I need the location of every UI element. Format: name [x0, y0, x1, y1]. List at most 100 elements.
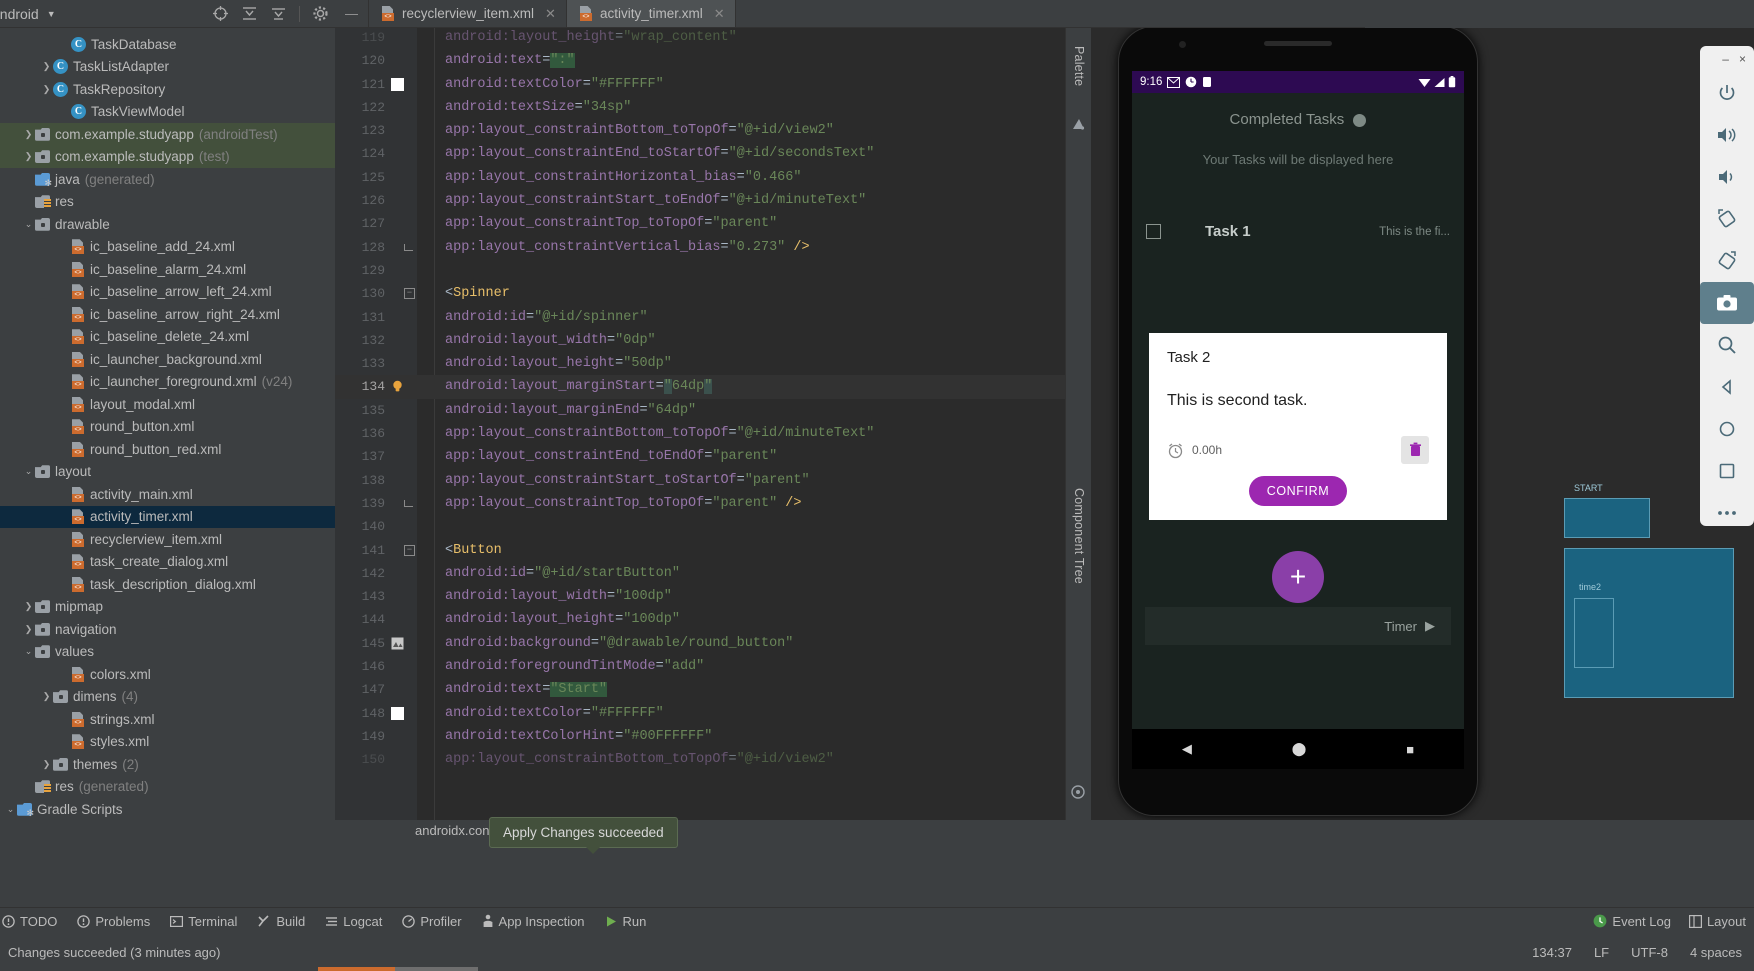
volume-down-icon[interactable]: [1700, 156, 1754, 198]
tree-node[interactable]: ❯navigation: [0, 618, 335, 641]
tree-expand-arrow[interactable]: ·: [58, 107, 71, 117]
tree-expand-arrow[interactable]: ·: [58, 422, 71, 432]
tree-expand-arrow[interactable]: ·: [58, 332, 71, 342]
color-swatch-icon[interactable]: [391, 707, 404, 720]
code-editor[interactable]: 119android:layout_height="wrap_content"1…: [335, 28, 1065, 820]
code-line[interactable]: 139app:layout_constraintTop_toTopOf="par…: [335, 492, 1065, 515]
code-line[interactable]: 135android:layout_marginEnd="64dp": [335, 399, 1065, 422]
tree-expand-arrow[interactable]: ·: [58, 264, 71, 274]
code-text-area[interactable]: 119android:layout_height="wrap_content"1…: [335, 28, 1065, 820]
chevron-down-icon[interactable]: ▼: [47, 9, 56, 19]
code-line[interactable]: 125app:layout_constraintHorizontal_bias=…: [335, 166, 1065, 189]
tool-window-logcat[interactable]: Logcat: [325, 914, 382, 929]
trash-icon[interactable]: [1401, 436, 1429, 464]
tree-expand-arrow[interactable]: ·: [58, 242, 71, 252]
tree-expand-arrow[interactable]: ❯: [40, 84, 53, 95]
code-line[interactable]: 131android:id="@+id/spinner": [335, 306, 1065, 329]
tree-expand-arrow[interactable]: ⌄: [22, 646, 35, 657]
back-icon[interactable]: [1700, 366, 1754, 408]
tree-node[interactable]: ⌄layout: [0, 461, 335, 484]
tree-expand-arrow[interactable]: ❯: [40, 759, 53, 770]
tree-node[interactable]: ⌄Gradle Scripts: [0, 798, 335, 820]
minimize-icon[interactable]: –: [1722, 52, 1729, 66]
add-task-fab[interactable]: +: [1272, 551, 1324, 603]
tree-expand-arrow[interactable]: ·: [58, 444, 71, 454]
code-line[interactable]: 148android:textColor="#FFFFFF": [335, 702, 1065, 725]
task-checkbox[interactable]: [1146, 224, 1161, 239]
tree-node[interactable]: ❯themes(2): [0, 753, 335, 776]
overview-icon[interactable]: [1700, 450, 1754, 492]
intention-bulb-icon[interactable]: [391, 380, 404, 393]
tree-expand-arrow[interactable]: ❯: [22, 601, 35, 612]
color-swatch-icon[interactable]: [391, 78, 404, 91]
tree-node[interactable]: ·CTaskDatabase: [0, 33, 335, 56]
tree-node[interactable]: ·<>ic_baseline_alarm_24.xml: [0, 258, 335, 281]
tool-window-layout[interactable]: Layout: [1689, 914, 1746, 929]
fold-icon[interactable]: −: [404, 545, 415, 556]
tree-expand-arrow[interactable]: ·: [22, 174, 35, 184]
tool-window-event-log[interactable]: Event Log: [1593, 914, 1671, 929]
tree-expand-arrow[interactable]: ·: [58, 354, 71, 364]
breadcrumb-item-0[interactable]: androidx.con...: [415, 823, 500, 838]
tool-window-app-inspection[interactable]: App Inspection: [482, 914, 585, 929]
code-line[interactable]: 141−<Button: [335, 539, 1065, 562]
tree-expand-arrow[interactable]: ❯: [40, 61, 53, 72]
code-line[interactable]: 123app:layout_constraintBottom_toTopOf="…: [335, 119, 1065, 142]
code-line[interactable]: 145android:background="@drawable/round_b…: [335, 632, 1065, 655]
rotate-left-icon[interactable]: [1700, 198, 1754, 240]
tree-expand-arrow[interactable]: ·: [58, 534, 71, 544]
tree-expand-arrow[interactable]: ·: [58, 399, 71, 409]
component-tree-icon[interactable]: [1070, 784, 1086, 800]
tree-node[interactable]: ·res: [0, 191, 335, 214]
tree-node[interactable]: ·<>colors.xml: [0, 663, 335, 686]
code-line[interactable]: 144android:layout_height="100dp": [335, 608, 1065, 631]
task-description-dialog[interactable]: Task 2 This is second task. 0.00h CONFIR…: [1149, 333, 1447, 520]
file-encoding[interactable]: UTF-8: [1631, 945, 1668, 960]
code-line[interactable]: 138app:layout_constraintStart_toStartOf=…: [335, 469, 1065, 492]
code-line[interactable]: 143android:layout_width="100dp": [335, 585, 1065, 608]
power-icon[interactable]: [1700, 72, 1754, 114]
code-line[interactable]: 132android:layout_width="0dp": [335, 329, 1065, 352]
tree-expand-arrow[interactable]: ·: [58, 512, 71, 522]
tree-node[interactable]: ·<>layout_modal.xml: [0, 393, 335, 416]
fold-end-icon[interactable]: [404, 244, 413, 251]
tree-node[interactable]: ·java(generated): [0, 168, 335, 191]
close-icon[interactable]: ×: [1739, 52, 1746, 66]
tree-node[interactable]: ·<>ic_launcher_background.xml: [0, 348, 335, 371]
code-line[interactable]: 124app:layout_constraintEnd_toStartOf="@…: [335, 142, 1065, 165]
code-line[interactable]: 136app:layout_constraintBottom_toTopOf="…: [335, 422, 1065, 445]
code-line[interactable]: 127app:layout_constraintTop_toTopOf="par…: [335, 212, 1065, 235]
component-tree-label[interactable]: Component Tree: [1072, 488, 1086, 584]
code-line[interactable]: 134android:layout_marginStart="64dp": [335, 375, 1065, 398]
tool-window-run[interactable]: Run: [605, 914, 647, 929]
tab-activity-timer[interactable]: <> activity_timer.xml ✕: [567, 0, 736, 27]
completed-indicator-dot[interactable]: [1353, 114, 1366, 127]
tree-node[interactable]: ❯CTaskListAdapter: [0, 56, 335, 79]
project-selector-label[interactable]: android: [0, 6, 39, 22]
code-line[interactable]: 147android:text="Start": [335, 678, 1065, 701]
code-line[interactable]: 146android:foregroundTintMode="add": [335, 655, 1065, 678]
tree-expand-arrow[interactable]: ⌄: [22, 466, 35, 477]
tree-expand-arrow[interactable]: ❯: [22, 151, 35, 162]
code-line[interactable]: 121android:textColor="#FFFFFF": [335, 73, 1065, 96]
tool-window-terminal[interactable]: Terminal: [170, 914, 237, 929]
code-line[interactable]: 137app:layout_constraintEnd_toEndOf="par…: [335, 445, 1065, 468]
timer-bar[interactable]: Timer ▶: [1145, 607, 1451, 645]
tree-expand-arrow[interactable]: ·: [58, 309, 71, 319]
more-icon[interactable]: [1700, 492, 1754, 534]
code-line[interactable]: 120android:text=":": [335, 49, 1065, 72]
collapse-all-icon[interactable]: [241, 5, 258, 22]
android-nav-bar[interactable]: ◀ ⬤ ■: [1132, 729, 1464, 769]
project-tree[interactable]: ·CTaskDatabase❯CTaskListAdapter❯CTaskRep…: [0, 28, 335, 820]
tree-node[interactable]: ·CTaskViewModel: [0, 101, 335, 124]
tree-expand-arrow[interactable]: ❯: [22, 129, 35, 140]
gear-icon[interactable]: [312, 5, 329, 22]
tree-expand-arrow[interactable]: ·: [58, 714, 71, 724]
fold-icon[interactable]: −: [404, 288, 415, 299]
tree-expand-arrow[interactable]: ·: [58, 287, 71, 297]
tree-expand-arrow[interactable]: ·: [58, 557, 71, 567]
code-line[interactable]: 133android:layout_height="50dp": [335, 352, 1065, 375]
tree-node[interactable]: ·<>activity_main.xml: [0, 483, 335, 506]
code-line[interactable]: 140: [335, 515, 1065, 538]
code-line[interactable]: 150app:layout_constraintBottom_toTopOf="…: [335, 748, 1065, 771]
